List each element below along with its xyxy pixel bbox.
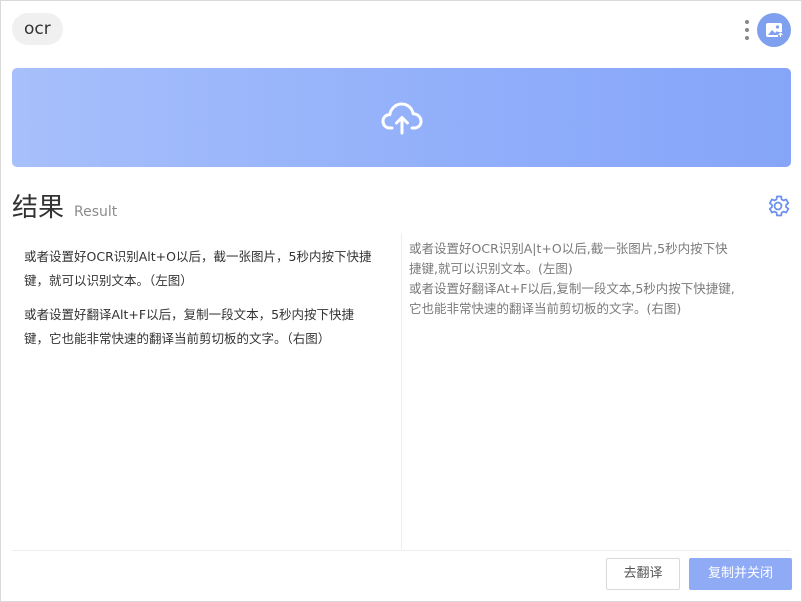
ocr-output-pane[interactable]: 或者设置好OCR识别A|t+O以后,截一张图片,5秒内按下快捷键,就可以识别文本…	[409, 239, 739, 539]
result-title: 结果	[12, 193, 65, 223]
cloud-upload-icon	[381, 102, 422, 134]
recognized-paragraph: 或者设置好翻译Alt+F以后，复制一段文本，5秒内按下快捷键，它也能非常快速的翻…	[24, 307, 355, 346]
upload-dropzone[interactable]	[12, 68, 791, 167]
gear-icon	[768, 195, 790, 217]
ocr-window: ocr 结果 Result 或者设置好OCR识别Alt+O以后，截一张图片，5秒…	[0, 0, 802, 602]
app-tag[interactable]: ocr	[12, 13, 63, 45]
avatar[interactable]	[757, 13, 791, 47]
footer-divider	[12, 550, 791, 551]
result-subtitle: Result	[74, 204, 118, 220]
image-icon	[766, 23, 783, 38]
recognized-paragraph: 或者设置好OCR识别Alt+O以后，截一张图片，5秒内按下快捷键，就可以识别文本…	[24, 249, 372, 288]
copy-and-close-button[interactable]: 复制并关闭	[689, 558, 792, 590]
settings-button[interactable]	[765, 193, 791, 219]
translate-button[interactable]: 去翻译	[606, 558, 680, 590]
recognized-text-pane[interactable]: 或者设置好OCR识别Alt+O以后，截一张图片，5秒内按下快捷键，就可以识别文本…	[12, 235, 382, 545]
vertical-dots-icon[interactable]	[741, 17, 753, 43]
pane-divider	[401, 233, 402, 549]
